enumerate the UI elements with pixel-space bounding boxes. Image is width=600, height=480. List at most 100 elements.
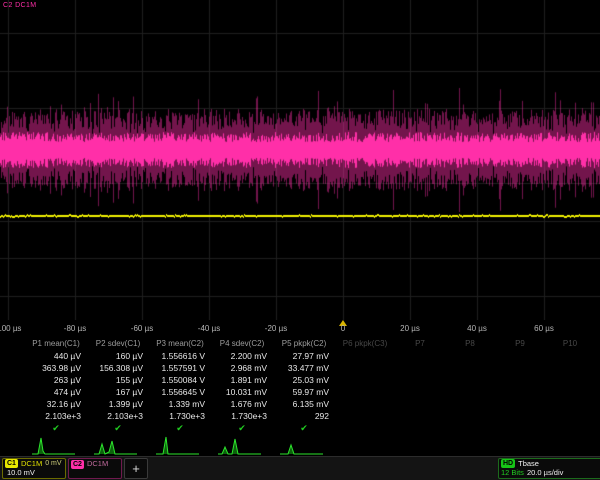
c2-descriptor-box[interactable]: C2 DC1M [68, 458, 122, 479]
measurement-value [495, 398, 545, 410]
status-check-icon: ✔ [211, 422, 273, 434]
measurement-value [445, 362, 495, 374]
add-trace-button[interactable]: + [124, 458, 148, 479]
measurement-value: 1.556645 V [149, 386, 211, 398]
measurement-value [495, 350, 545, 362]
c2-channel-badge: C2 [71, 460, 84, 469]
measurement-value [545, 350, 595, 362]
measurement-value [545, 386, 595, 398]
measurement-value [445, 386, 495, 398]
measurement-header[interactable]: P3 mean(C2) [149, 337, 211, 350]
measurement-header[interactable]: P4 sdev(C2) [211, 337, 273, 350]
measurement-histogram-icon[interactable] [155, 435, 205, 455]
c2-coupling-label: DC1M [87, 459, 108, 469]
measurement-header[interactable]: P7 [395, 337, 445, 350]
measurement-value [335, 374, 395, 386]
time-axis-label: -40 µs [198, 324, 220, 333]
time-axis-label: 0 [341, 324, 345, 333]
hd-badge: HD [501, 459, 515, 468]
status-check-icon: ✔ [87, 422, 149, 434]
time-axis-label: -20 µs [265, 324, 287, 333]
measurement-value: 27.97 mV [273, 350, 335, 362]
measurement-value: 32.16 µV [25, 398, 87, 410]
c2-trace-label: C2 DC1M [3, 2, 37, 9]
measurement-value: 10.031 mV [211, 386, 273, 398]
measurement-value: 25.03 mV [273, 374, 335, 386]
measurement-value [335, 362, 395, 374]
measurement-value [545, 398, 595, 410]
timebase-scale-value: 20.0 µs/div [527, 469, 563, 479]
c1-channel-badge: C1 [5, 459, 18, 468]
measurement-value: 1.556616 V [149, 350, 211, 362]
time-axis-label: 40 µs [467, 324, 487, 333]
measurement-value [335, 398, 395, 410]
measurement-value: 2.103e+3 [87, 410, 149, 422]
waveform-display[interactable] [0, 0, 600, 320]
time-axis-label: 60 µs [534, 324, 554, 333]
measurement-value [445, 398, 495, 410]
measurement-value [395, 386, 445, 398]
histogram-icon-strip [0, 434, 600, 456]
measurement-value: 1.550084 V [149, 374, 211, 386]
measurement-value: 474 µV [25, 386, 87, 398]
c1-coupling-label: DC1M [21, 459, 42, 469]
measurement-value [395, 350, 445, 362]
measurement-value: 160 µV [87, 350, 149, 362]
measurement-value: 2.968 mV [211, 362, 273, 374]
measurement-value [545, 362, 595, 374]
measurement-value [495, 362, 545, 374]
measurement-value [335, 386, 395, 398]
measurement-value [395, 374, 445, 386]
measurement-value: 363.98 µV [25, 362, 87, 374]
measurement-value [335, 410, 395, 422]
plus-icon: + [132, 462, 140, 475]
measurement-value: 167 µV [87, 386, 149, 398]
measurement-header[interactable]: P6 pkpk(C3) [335, 337, 395, 350]
measurement-value [395, 410, 445, 422]
measurement-value: 59.97 mV [273, 386, 335, 398]
time-axis: -100 µs-80 µs-60 µs-40 µs-20 µs020 µs40 … [0, 320, 600, 337]
measurement-value: 1.676 mV [211, 398, 273, 410]
measurement-header[interactable]: P8 [445, 337, 495, 350]
measurement-header[interactable]: P5 pkpk(C2) [273, 337, 335, 350]
measurement-histogram-icon[interactable] [217, 435, 267, 455]
timebase-label: Tbase [518, 459, 539, 469]
measurement-value: 440 µV [25, 350, 87, 362]
measurement-header[interactable]: P1 mean(C1) [25, 337, 87, 350]
measurement-value: 292 [273, 410, 335, 422]
measurement-histogram-icon[interactable] [93, 435, 143, 455]
measurement-value: 6.135 mV [273, 398, 335, 410]
time-axis-label: -80 µs [64, 324, 86, 333]
status-check-icon: ✔ [273, 422, 335, 434]
measurement-value [335, 350, 395, 362]
measurement-value: 155 µV [87, 374, 149, 386]
measurement-value: 1.339 mV [149, 398, 211, 410]
measurement-value [495, 410, 545, 422]
status-check-icon: ✔ [25, 422, 87, 434]
measurement-header[interactable]: P10 [545, 337, 595, 350]
measurement-value: 1.730e+3 [211, 410, 273, 422]
oscilloscope-screen: C2 DC1M -100 µs-80 µs-60 µs-40 µs-20 µs0… [0, 0, 600, 480]
measurement-header[interactable]: P2 sdev(C1) [87, 337, 149, 350]
measurement-header[interactable]: P9 [495, 337, 545, 350]
c1-scale-value: 10.0 mV [5, 469, 35, 479]
status-check-icon: ✔ [149, 422, 211, 434]
adc-bits-label: 12 Bits [501, 469, 524, 479]
timebase-descriptor-box[interactable]: HD Tbase 12 Bits 20.0 µs/div [498, 458, 600, 479]
measurement-value: 156.308 µV [87, 362, 149, 374]
status-empty [445, 422, 495, 434]
status-empty [545, 422, 595, 434]
measurement-value: 1.557591 V [149, 362, 211, 374]
measurement-value [395, 398, 445, 410]
measurement-histogram-icon[interactable] [279, 435, 329, 455]
c1-descriptor-box[interactable]: C1 DC1M 0 mV 10.0 mV [2, 458, 66, 479]
measurement-histogram-icon[interactable] [31, 435, 81, 455]
measurement-value: 1.891 mV [211, 374, 273, 386]
status-empty [395, 422, 445, 434]
status-empty [335, 422, 395, 434]
status-bar: C1 DC1M 0 mV 10.0 mV C2 DC1M + HD Tbase [0, 456, 600, 480]
measurement-value [445, 350, 495, 362]
measurement-value: 263 µV [25, 374, 87, 386]
measurement-value [495, 386, 545, 398]
measurement-value [445, 410, 495, 422]
